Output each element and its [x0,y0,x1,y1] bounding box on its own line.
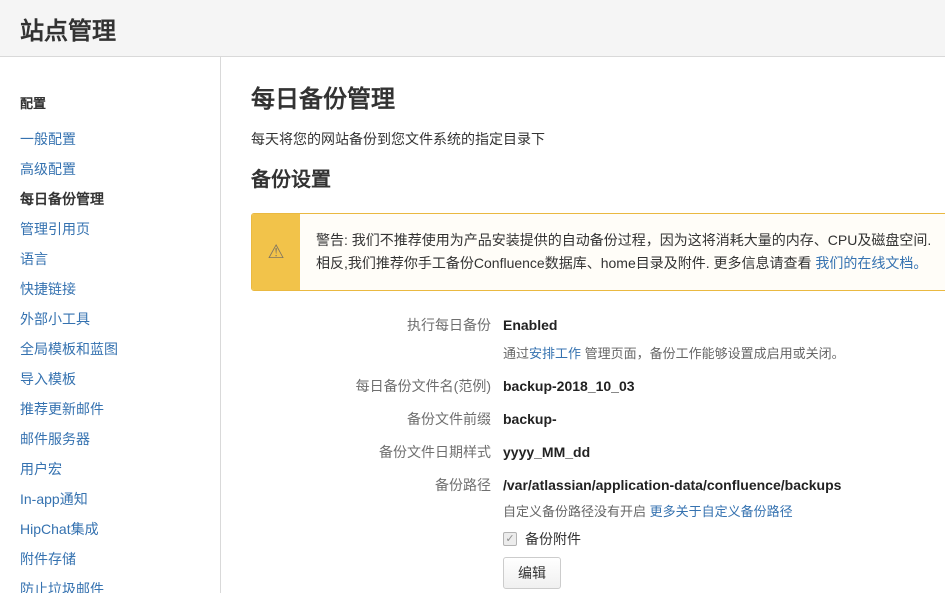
online-docs-link[interactable]: 我们的在线文档。 [815,255,927,271]
warning-line1: 警告: 我们不推荐使用为产品安装提供的自动备份过程，因为这将消耗大量的内存、CP… [316,232,932,248]
layout: 配置 一般配置 高级配置 每日备份管理 管理引用页 语言 快捷链接 外部小工具 全局模板和蓝图… [0,57,945,593]
form-row-date-pattern: 备份文件日期样式 yyyy_MM_dd [251,442,945,462]
sidebar: 配置 一般配置 高级配置 每日备份管理 管理引用页 语言 快捷链接 外部小工具 全局模板和蓝图… [0,57,221,593]
backup-path-label: 备份路径 [435,477,491,493]
sidebar-item[interactable]: 管理引用页 [20,214,210,244]
filename-example-label: 每日备份文件名(范例) [355,378,491,394]
form-row-file-prefix: 备份文件前缀 backup- [251,409,945,429]
section-heading: 备份设置 [251,169,331,191]
form-row-backup-path: 备份路径 /var/atlassian/application-data/con… [251,475,945,589]
sidebar-item[interactable]: 快捷链接 [20,274,210,304]
attachments-checkbox-label: 备份附件 [525,531,581,547]
sidebar-item[interactable]: 防止垃圾邮件 [20,574,210,593]
desc-prefix: 通过 [503,346,530,361]
sidebar-item[interactable]: 高级配置 [20,154,210,184]
date-pattern-value: yyyy_MM_dd [503,444,591,460]
warning-banner: ⚠ 警告: 我们不推荐使用为产品安装提供的自动备份过程，因为这将消耗大量的内存、… [251,213,945,291]
sidebar-item[interactable]: 邮件服务器 [20,424,210,454]
daily-backup-label: 执行每日备份 [407,317,491,333]
app-title: 站点管理 [20,17,116,45]
form-row-filename-example: 每日备份文件名(范例) backup-2018_10_03 [251,376,945,396]
form-row-daily-backup: 执行每日备份 Enabled 通过安排工作 管理页面，备份工作能够设置成启用或关… [251,315,945,363]
filename-example-value: backup-2018_10_03 [503,378,635,394]
warning-triangle-icon: ⚠ [267,241,285,263]
backup-path-value: /var/atlassian/application-data/confluen… [503,477,842,493]
sidebar-item[interactable]: 附件存储 [20,544,210,574]
backup-settings-form: 执行每日备份 Enabled 通过安排工作 管理页面，备份工作能够设置成启用或关… [251,315,945,589]
custom-path-link[interactable]: 更多关于自定义备份路径 [650,504,793,519]
scheduled-jobs-link[interactable]: 安排工作 [529,346,581,361]
page-title: 每日备份管理 [251,86,395,113]
daily-backup-value: Enabled [503,317,558,333]
sidebar-item-active[interactable]: 每日备份管理 [20,184,210,214]
sidebar-item[interactable]: 用户宏 [20,454,210,484]
page-subtitle: 每天将您的网站备份到您文件系统的指定目录下 [251,131,545,147]
main-content: 每日备份管理 每天将您的网站备份到您文件系统的指定目录下 备份设置 ⚠ 警告: … [221,57,945,593]
sidebar-item[interactable]: 导入模板 [20,364,210,394]
sidebar-nav: 一般配置 高级配置 每日备份管理 管理引用页 语言 快捷链接 外部小工具 全局模板和蓝图 导入模… [20,124,210,593]
custom-path-status: 自定义备份路径没有开启 [503,504,650,519]
app-header: 站点管理 [0,0,945,57]
sidebar-item[interactable]: 全局模板和蓝图 [20,334,210,364]
sidebar-item[interactable]: In-app通知 [20,484,210,514]
daily-backup-description: 通过安排工作 管理页面，备份工作能够设置成启用或关闭。 [503,345,945,363]
warning-line2: 相反,我们推荐你手工备份Confluence数据库、home目录及附件. 更多信… [316,255,816,271]
warning-icon-panel: ⚠ [252,214,300,290]
sidebar-section-label: 配置 [20,96,47,111]
file-prefix-value: backup- [503,411,557,427]
sidebar-item[interactable]: 语言 [20,244,210,274]
attachments-checkbox-row: ✓ 备份附件 [503,529,945,549]
edit-button[interactable]: 编辑 [503,557,561,589]
file-prefix-label: 备份文件前缀 [407,411,491,427]
attachments-checkbox[interactable]: ✓ [503,532,517,546]
date-pattern-label: 备份文件日期样式 [379,444,491,460]
sidebar-item[interactable]: 外部小工具 [20,304,210,334]
sidebar-item[interactable]: 一般配置 [20,124,210,154]
warning-message: 警告: 我们不推荐使用为产品安装提供的自动备份过程，因为这将消耗大量的内存、CP… [300,214,945,290]
backup-path-description: 自定义备份路径没有开启 更多关于自定义备份路径 [503,503,945,521]
sidebar-item[interactable]: HipChat集成 [20,514,210,544]
sidebar-item[interactable]: 推荐更新邮件 [20,394,210,424]
desc-suffix: 管理页面，备份工作能够设置成启用或关闭。 [581,346,845,361]
